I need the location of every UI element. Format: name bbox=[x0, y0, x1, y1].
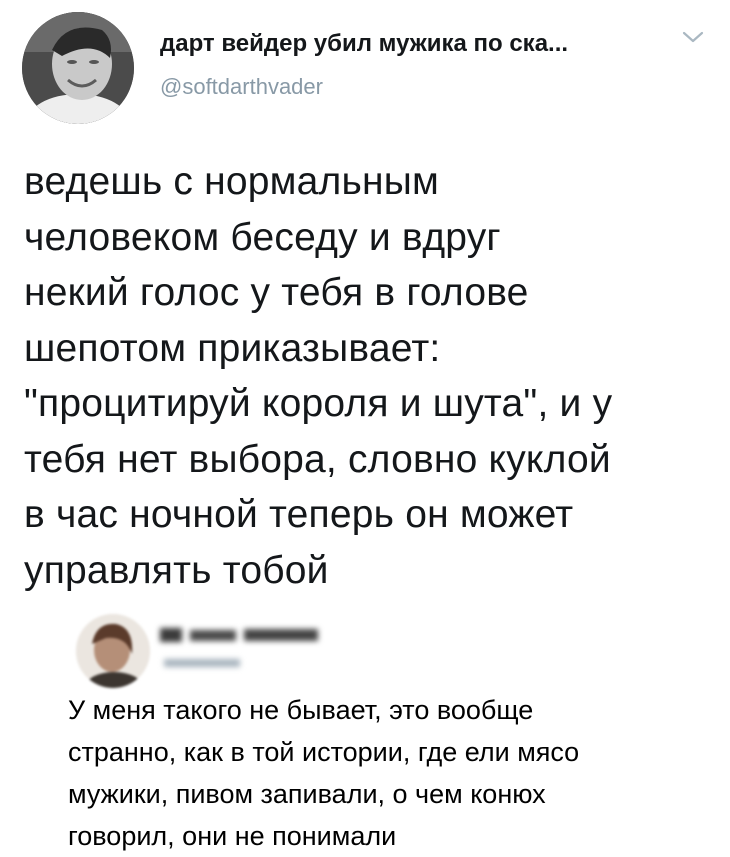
blurred-profile-photo-icon bbox=[76, 614, 150, 688]
tweet-text-line: человеком беседу и вдруг bbox=[24, 215, 501, 259]
tweet-text-line: "процитируй короля и шута", и у bbox=[24, 382, 613, 425]
tweet-text-line: ведешь с нормальным bbox=[24, 160, 440, 203]
tweet-text: ведешь с нормальным человеком беседу и в… bbox=[24, 154, 724, 598]
quoted-post-text: У меня такого не бывает, это вообще стра… bbox=[68, 689, 728, 857]
profile-photo-icon bbox=[22, 12, 134, 124]
author-display-name[interactable]: дарт вейдер убил мужика по ска... bbox=[160, 30, 568, 58]
tweet-text-line: тебя нет выбора, словно куклой bbox=[24, 437, 611, 481]
author-handle[interactable]: @softdarthvader bbox=[160, 74, 323, 100]
tweet-text-line: в час ночной теперь он может bbox=[24, 493, 574, 536]
tweet-text-line: некий голос у тебя в голове bbox=[24, 271, 529, 314]
chevron-down-icon[interactable] bbox=[680, 28, 706, 46]
quoted-text-line: говорил, они не понимали bbox=[68, 821, 397, 851]
quoted-author-handle-blurred bbox=[164, 656, 244, 668]
quoted-text-line: странно, как в той истории, где ели мясо bbox=[68, 737, 580, 767]
tweet-text-line: шепотом приказывает: bbox=[24, 326, 441, 370]
author-avatar[interactable] bbox=[22, 12, 134, 124]
tweet-text-line: управлять тобой bbox=[24, 548, 329, 592]
quoted-author-name-blurred bbox=[160, 626, 322, 644]
quoted-text-line: мужики, пивом запивали, о чем конюх bbox=[68, 779, 546, 809]
quoted-text-line: У меня такого не бывает, это вообще bbox=[68, 695, 534, 725]
quoted-author-avatar[interactable] bbox=[76, 614, 150, 688]
